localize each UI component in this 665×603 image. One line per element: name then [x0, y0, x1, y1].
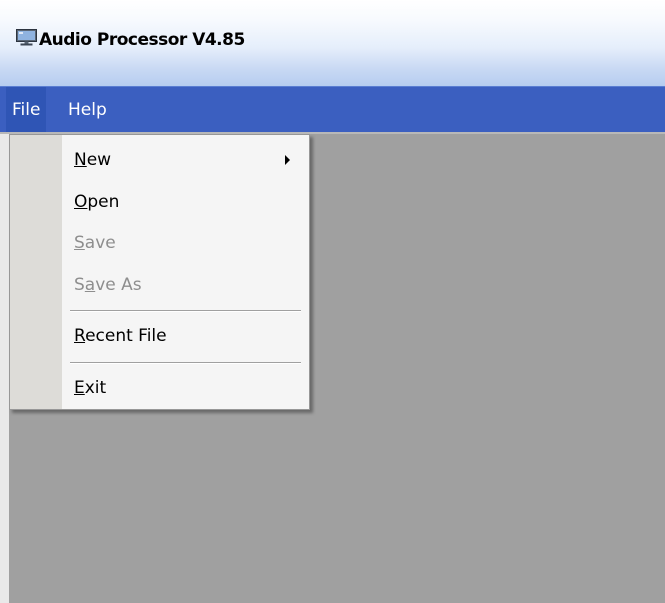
monitor-icon: [16, 29, 37, 46]
menu-separator: [70, 362, 301, 364]
menu-help[interactable]: Help: [62, 87, 113, 133]
app-window: Audio Processor V4.85 File Help New Open…: [0, 0, 665, 603]
menu-item-save-as[interactable]: Save As: [74, 270, 142, 300]
menu-bar: File Help: [0, 86, 665, 133]
menu-separator: [70, 310, 301, 312]
menu-item-new[interactable]: New: [74, 145, 111, 175]
file-dropdown-menu: New Open Save Save As Recent File Exit: [9, 134, 310, 410]
window-title: Audio Processor V4.85: [39, 30, 245, 50]
menu-item-save[interactable]: Save: [74, 228, 116, 258]
title-bar[interactable]: Audio Processor V4.85: [0, 0, 665, 86]
menu-gutter: [10, 135, 62, 409]
menu-item-open[interactable]: Open: [74, 187, 119, 217]
submenu-arrow-icon: [285, 155, 290, 165]
menu-item-recent-file[interactable]: Recent File: [74, 321, 167, 351]
client-left-edge: [0, 134, 9, 603]
menu-item-exit[interactable]: Exit: [74, 373, 106, 403]
menu-file[interactable]: File: [6, 87, 47, 133]
